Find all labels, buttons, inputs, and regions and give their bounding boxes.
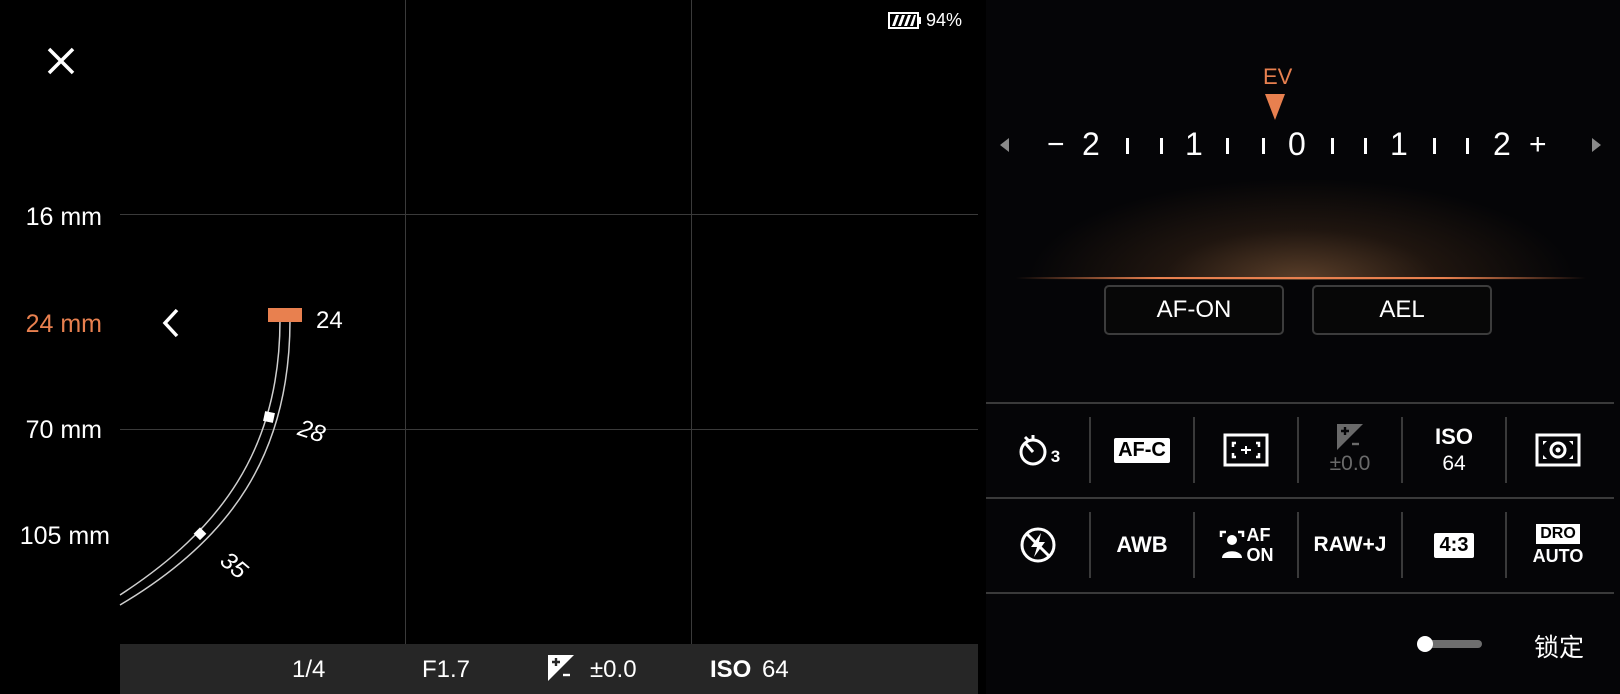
control-panel: EV − 2 1 0 1 2 + AF-ON AEL 3 AF-C ±0.0 I… (986, 0, 1620, 694)
ev-label: EV (1263, 64, 1293, 89)
af-on-button[interactable]: AF-ON (1104, 285, 1284, 335)
aspect-ratio-button[interactable]: 4:3 (1402, 505, 1506, 585)
ev-scale-glow (1026, 178, 1576, 280)
ev-number-0: 0 (1288, 126, 1306, 162)
ev-tick (1262, 138, 1265, 154)
grid-line-vertical-2 (691, 0, 692, 644)
focal-105mm-button[interactable]: 105 mm (10, 522, 110, 551)
ev-minus-sign: − (1047, 128, 1065, 161)
lock-label: 锁定 (1534, 634, 1585, 662)
ev-scroll-left-icon[interactable] (1000, 138, 1009, 152)
focus-mode-label: AF-C (1114, 437, 1170, 463)
ev-tick (1331, 138, 1334, 154)
zoom-dial[interactable] (100, 300, 420, 620)
face-af-label-1: AF (1246, 525, 1271, 545)
zoom-tick-35 (193, 527, 207, 541)
file-format-button[interactable]: RAW+J (1298, 505, 1402, 585)
shutter-speed: 1/4 (292, 656, 326, 683)
focal-70mm-button[interactable]: 70 mm (18, 416, 102, 445)
exposure-compensation-value: ±0.0 (590, 656, 637, 683)
metering-mode-icon (1535, 433, 1581, 467)
ev-number-plus-2: 2 (1493, 126, 1511, 162)
white-balance-button[interactable]: AWB (1090, 505, 1194, 585)
ev-tick (1466, 138, 1469, 154)
ev-pointer-icon (1265, 94, 1285, 120)
ev-number-plus-1: 1 (1390, 126, 1408, 162)
viewfinder[interactable]: 94% 16 mm 24 mm 70 mm 105 mm 24 28 35 1/… (0, 0, 978, 694)
close-icon[interactable] (44, 44, 78, 78)
exposure-compensation-value: ±0.0 (1329, 452, 1371, 475)
white-balance-label: AWB (1116, 532, 1168, 557)
ev-number-minus-2: 2 (1082, 126, 1100, 162)
iso-value: 64 (1442, 452, 1466, 475)
ev-tick (1433, 138, 1436, 154)
ev-tick (1160, 138, 1163, 154)
exposure-compensation-icon (1337, 424, 1363, 450)
battery-icon (888, 12, 921, 29)
battery-indicator: 94% (888, 10, 962, 31)
face-detect-icon (1219, 530, 1244, 558)
focal-16mm-button[interactable]: 16 mm (18, 203, 102, 232)
ev-scale[interactable]: EV − 2 1 0 1 2 + (986, 60, 1620, 280)
flash-off-icon (1020, 527, 1056, 563)
ev-plus-sign: + (1529, 128, 1547, 161)
ev-scale-baseline (1016, 277, 1586, 279)
lock-toggle[interactable] (1416, 633, 1486, 655)
metering-mode-button[interactable] (1506, 410, 1610, 490)
iso-value: 64 (762, 656, 789, 683)
exposure-compensation-button[interactable]: ±0.0 (1298, 410, 1402, 490)
file-format-label: RAW+J (1313, 533, 1387, 556)
flash-mode-button[interactable] (986, 505, 1090, 585)
focal-24mm-button[interactable]: 24 mm (18, 310, 102, 339)
self-timer-icon (1019, 435, 1047, 466)
ev-number-minus-1: 1 (1185, 126, 1203, 162)
iso-label: ISO (1435, 424, 1473, 449)
ael-button[interactable]: AEL (1312, 285, 1492, 335)
ev-tick (1364, 138, 1367, 154)
focus-area-button[interactable] (1194, 410, 1298, 490)
ev-scroll-right-icon[interactable] (1592, 138, 1601, 152)
exposure-compensation-icon (548, 655, 574, 681)
aperture: F1.7 (422, 656, 471, 683)
grid-line-horizontal-1 (120, 214, 978, 215)
settings-divider-bottom (986, 592, 1614, 594)
iso-button[interactable]: ISO 64 (1402, 410, 1506, 490)
settings-divider-top (986, 402, 1614, 404)
face-af-label-2: ON (1246, 545, 1274, 565)
self-timer-seconds: 3 (1050, 447, 1061, 466)
battery-percent: 94% (926, 10, 963, 30)
ev-tick (1226, 138, 1229, 154)
face-eye-af-button[interactable]: AF ON (1194, 505, 1298, 585)
drive-mode-button[interactable]: 3 (986, 410, 1090, 490)
focus-area-wide-icon (1223, 433, 1269, 467)
dro-button[interactable]: DRO AUTO (1506, 505, 1610, 585)
ev-tick (1126, 138, 1129, 154)
focus-mode-button[interactable]: AF-C (1090, 410, 1194, 490)
zoom-tick-28 (263, 411, 275, 423)
dro-label: DRO (1536, 523, 1580, 544)
zoom-current-marker (268, 308, 302, 322)
aspect-ratio-label: 4:3 (1433, 532, 1475, 558)
dro-mode-label: AUTO (1532, 545, 1584, 566)
exposure-info-bar: 1/4 F1.7 ±0.0 ISO 64 (120, 644, 978, 694)
settings-divider-middle (986, 497, 1614, 499)
zoom-current-label: 24 (316, 307, 343, 334)
iso-label: ISO (710, 656, 752, 683)
